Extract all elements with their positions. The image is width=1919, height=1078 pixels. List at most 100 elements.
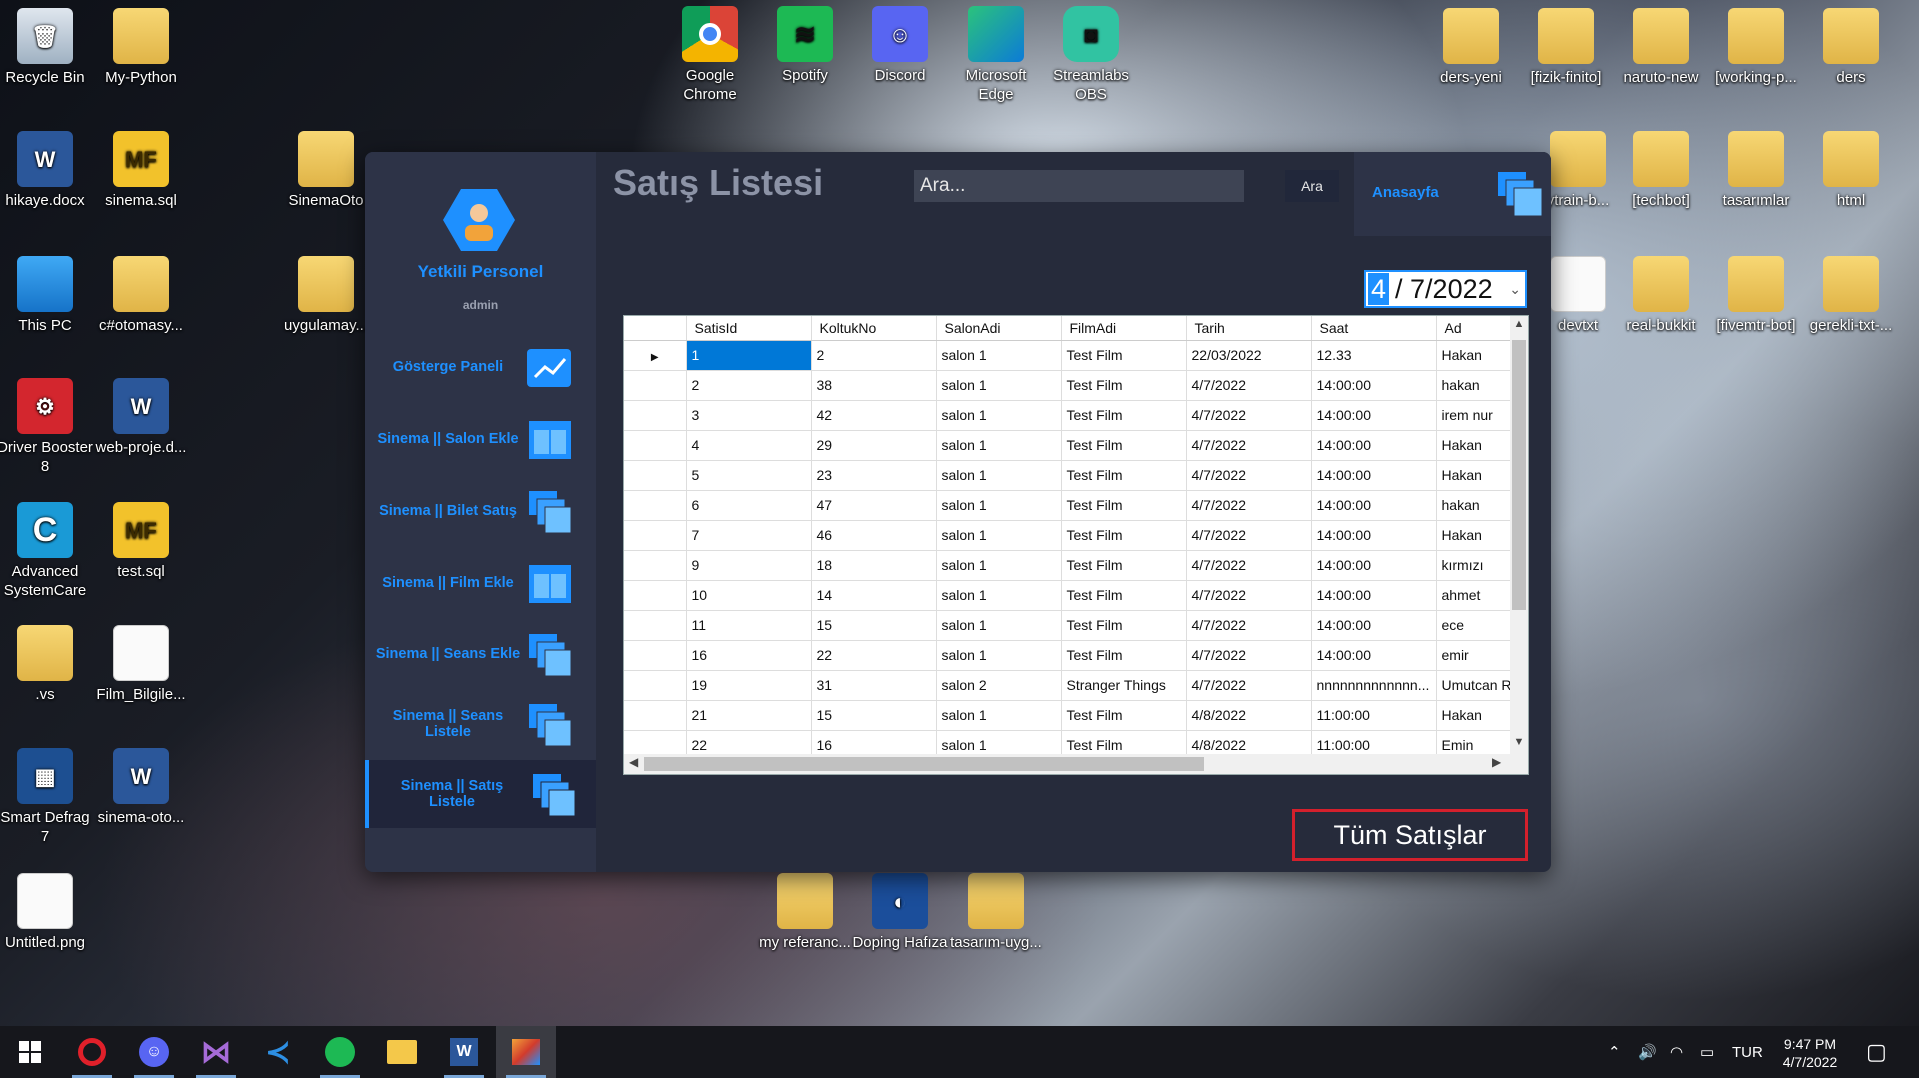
table-cell[interactable]: 4/7/2022: [1186, 610, 1312, 641]
search-input[interactable]: [914, 170, 1244, 202]
scroll-thumb[interactable]: [1512, 340, 1526, 610]
table-cell[interactable]: 10: [686, 580, 812, 611]
table-cell[interactable]: Hakan: [1436, 340, 1517, 371]
table-cell[interactable]: 4/7/2022: [1186, 460, 1312, 491]
chevron-up-icon[interactable]: ⌃: [1608, 1026, 1621, 1078]
table-cell[interactable]: 4/7/2022: [1186, 430, 1312, 461]
nav-salon-ekle[interactable]: Sinema || Salon Ekle: [365, 405, 596, 473]
desktop-icon-sinema-oto[interactable]: W sinema-oto...: [93, 748, 189, 827]
desktop-icon-tasarim-uyg[interactable]: tasarım-uyg...: [948, 873, 1044, 952]
table-cell[interactable]: ece: [1436, 610, 1517, 641]
desktop-icon-gerekli-txt[interactable]: gerekli-txt-...: [1803, 256, 1899, 335]
date-day[interactable]: 4: [1368, 273, 1390, 305]
table-cell[interactable]: salon 1: [936, 640, 1062, 671]
table-cell[interactable]: Test Film: [1061, 550, 1187, 581]
app-window-icon[interactable]: [496, 1026, 556, 1078]
table-row[interactable]: 11 15 salon 1 Test Film 4/7/2022 14:00:00 ece: [624, 610, 1517, 641]
row-header[interactable]: [624, 640, 687, 671]
desktop-icon-test-sql[interactable]: MF test.sql: [93, 502, 189, 581]
table-cell[interactable]: 14:00:00: [1311, 610, 1437, 641]
table-cell[interactable]: Test Film: [1061, 580, 1187, 611]
row-header[interactable]: [624, 670, 687, 701]
table-cell[interactable]: 3: [686, 400, 812, 431]
horizontal-scrollbar[interactable]: ◀ ▶: [624, 754, 1528, 774]
file-explorer-icon[interactable]: [372, 1026, 432, 1078]
table-cell[interactable]: 14:00:00: [1311, 430, 1437, 461]
row-header[interactable]: ▶: [624, 340, 687, 371]
table-cell[interactable]: 9: [686, 550, 812, 581]
table-row[interactable]: 3 42 salon 1 Test Film 4/7/2022 14:00:00 irem …: [624, 400, 1517, 431]
table-cell[interactable]: 19: [686, 670, 812, 701]
table-cell[interactable]: 14:00:00: [1311, 640, 1437, 671]
table-cell[interactable]: Test Film: [1061, 430, 1187, 461]
table-cell[interactable]: nnnnnnnnnnnnn...: [1311, 670, 1437, 701]
desktop-icon-vs[interactable]: .vs: [0, 625, 93, 704]
row-header[interactable]: [624, 580, 687, 611]
table-cell[interactable]: salon 1: [936, 430, 1062, 461]
table-cell[interactable]: 47: [811, 490, 937, 521]
table-cell[interactable]: kırmızı: [1436, 550, 1517, 581]
table-cell[interactable]: 18: [811, 550, 937, 581]
sales-grid[interactable]: SatisId KoltukNo SalonAdi FilmAdi Tarih …: [623, 315, 1529, 775]
table-row[interactable]: 9 18 salon 1 Test Film 4/7/2022 14:00:00 kırmı…: [624, 550, 1517, 581]
volume-icon[interactable]: 🔊: [1638, 1026, 1657, 1078]
row-header[interactable]: [624, 490, 687, 521]
desktop-icon-spotify[interactable]: ≋ Spotify: [757, 6, 853, 85]
table-cell[interactable]: 22/03/2022: [1186, 340, 1312, 371]
desktop-icon-smart-defrag[interactable]: ▦ Smart Defrag 7: [0, 748, 93, 846]
column-header[interactable]: Saat: [1311, 316, 1437, 341]
desktop-icon-c-otomasyon[interactable]: c#otomasy...: [93, 256, 189, 335]
row-header[interactable]: [624, 400, 687, 431]
nav-seans-ekle[interactable]: Sinema || Seans Ekle: [365, 620, 596, 688]
date-picker[interactable]: 4 / 7/2022 ⌄: [1364, 270, 1527, 308]
table-row[interactable]: ▶ 1 2 salon 1 Test Film 22/03/2022 12.33 Hakan: [624, 340, 1517, 371]
table-row[interactable]: 7 46 salon 1 Test Film 4/7/2022 14:00:00 Hakan: [624, 520, 1517, 551]
table-cell[interactable]: Hakan: [1436, 460, 1517, 491]
vertical-scrollbar[interactable]: ▲ ▼: [1510, 316, 1528, 756]
desktop-icon-naruto-new[interactable]: naruto-new: [1613, 8, 1709, 87]
table-cell[interactable]: hakan: [1436, 370, 1517, 401]
row-header[interactable]: [624, 460, 687, 491]
nav-bilet-satis[interactable]: Sinema || Bilet Satış: [365, 477, 596, 545]
column-header[interactable]: SatisId: [686, 316, 812, 341]
table-cell[interactable]: emir: [1436, 640, 1517, 671]
desktop-icon-ders-yeni[interactable]: ders-yeni: [1423, 8, 1519, 87]
table-cell[interactable]: 29: [811, 430, 937, 461]
nav-seans-listele[interactable]: Sinema || Seans Listele: [365, 690, 596, 758]
desktop-icon-fivemtr-bot[interactable]: [fivemtr-bot]: [1708, 256, 1804, 335]
table-cell[interactable]: 15: [811, 610, 937, 641]
desktop-icon-this-pc[interactable]: This PC: [0, 256, 93, 335]
all-sales-button[interactable]: Tüm Satışlar: [1292, 809, 1528, 861]
row-header[interactable]: [624, 700, 687, 731]
scroll-up-icon[interactable]: ▲: [1510, 318, 1528, 330]
desktop-icon-my-referanc[interactable]: my referanc...: [757, 873, 853, 952]
table-cell[interactable]: 31: [811, 670, 937, 701]
row-header[interactable]: [624, 520, 687, 551]
column-header[interactable]: Ad: [1436, 316, 1517, 341]
table-cell[interactable]: 2: [686, 370, 812, 401]
table-cell[interactable]: 22: [811, 640, 937, 671]
table-cell[interactable]: Test Film: [1061, 400, 1187, 431]
table-cell[interactable]: 14:00:00: [1311, 370, 1437, 401]
vscode-icon[interactable]: ≺: [248, 1026, 308, 1078]
table-cell[interactable]: salon 1: [936, 520, 1062, 551]
table-cell[interactable]: salon 1: [936, 550, 1062, 581]
table-cell[interactable]: 6: [686, 490, 812, 521]
table-cell[interactable]: 14:00:00: [1311, 580, 1437, 611]
desktop-icon-hikaye[interactable]: W hikaye.docx: [0, 131, 93, 210]
nav-film-ekle[interactable]: Sinema || Film Ekle: [365, 549, 596, 617]
table-cell[interactable]: Test Film: [1061, 370, 1187, 401]
table-cell[interactable]: Test Film: [1061, 700, 1187, 731]
windows-start-icon[interactable]: [0, 1026, 60, 1078]
table-cell[interactable]: Test Film: [1061, 520, 1187, 551]
table-row[interactable]: 4 29 salon 1 Test Film 4/7/2022 14:00:00 Hakan: [624, 430, 1517, 461]
table-cell[interactable]: Hakan: [1436, 430, 1517, 461]
table-cell[interactable]: 4/7/2022: [1186, 490, 1312, 521]
table-cell[interactable]: 4/7/2022: [1186, 520, 1312, 551]
table-cell[interactable]: 4/7/2022: [1186, 640, 1312, 671]
desktop-icon-uygulama[interactable]: uygulamay...: [278, 256, 374, 335]
table-cell[interactable]: Test Film: [1061, 340, 1187, 371]
word-icon[interactable]: W: [434, 1026, 494, 1078]
table-cell[interactable]: irem nur: [1436, 400, 1517, 431]
table-row[interactable]: 6 47 salon 1 Test Film 4/7/2022 14:00:00 hakan: [624, 490, 1517, 521]
